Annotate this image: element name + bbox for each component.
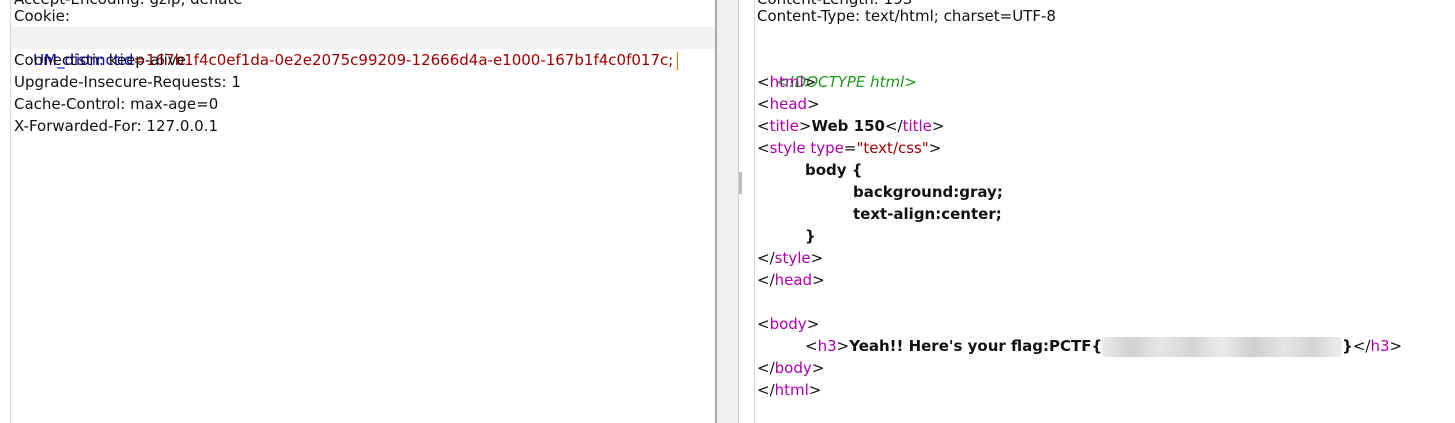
cookie-value: 167b1f4c0ef1da-0e2e2075c99209-12666d4a-e…	[145, 51, 674, 69]
response-line-body-open: <body>	[757, 315, 820, 333]
tag-h3-open: h3	[817, 337, 837, 355]
request-line-x-forwarded-for: X-Forwarded-For: 127.0.0.1	[14, 117, 218, 135]
request-line-upgrade-insecure: Upgrade-Insecure-Requests: 1	[14, 73, 241, 91]
redacted-flag-blur	[1102, 336, 1343, 357]
tag-html: html	[769, 73, 804, 91]
response-line-style-open: <style type="text/css">	[757, 139, 942, 157]
request-line-connection: Connection: keep-alive	[14, 51, 186, 69]
response-line-head-open: <head>	[757, 95, 820, 113]
response-gutter	[742, 0, 755, 423]
css-text-align-rule: text-align:center;	[853, 205, 1002, 223]
request-line-cookie: Cookie:	[14, 7, 70, 25]
response-line-title: <title>Web 150</title>	[757, 117, 945, 135]
request-gutter	[0, 0, 11, 423]
tag-head-close: head	[774, 271, 813, 289]
response-line-html-close: </html>	[757, 381, 822, 399]
tag-title-close: title	[902, 117, 932, 135]
tag-head: head	[769, 95, 808, 113]
tag-style-open: style	[769, 139, 806, 157]
tag-body-open: body	[769, 315, 807, 333]
css-body-selector: body {	[805, 161, 863, 179]
request-line-cache-control: Cache-Control: max-age=0	[14, 95, 219, 113]
flag-close-brace: }	[1342, 337, 1353, 355]
text-caret	[677, 51, 679, 70]
css-close-brace: }	[805, 227, 816, 245]
tag-html-close: html	[774, 381, 809, 399]
response-line-content-type: Content-Type: text/html; charset=UTF-8	[757, 7, 1056, 25]
response-viewer[interactable]: Content-Length: 193 Content-Type: text/h…	[742, 0, 1455, 423]
flag-text: Yeah!! Here's your flag:PCTF{	[849, 337, 1103, 355]
tag-title-open: title	[769, 117, 799, 135]
response-line-h3: <h3>Yeah!! Here's your flag:PCTF{}</h3>	[805, 336, 1403, 357]
response-line-head-close: </head>	[757, 271, 825, 289]
response-line-body-close: </body>	[757, 359, 825, 377]
tag-h3-close: h3	[1370, 337, 1390, 355]
tag-body-close: body	[774, 359, 812, 377]
request-editor[interactable]: Accept-Encoding: gzip, deflate Cookie: U…	[0, 0, 715, 423]
tag-style-close: style	[774, 249, 811, 267]
response-line-doctype: <!DOCTYPE html>	[757, 49, 917, 91]
css-background-rule: background:gray;	[853, 183, 1003, 201]
response-line-style-close: </style>	[757, 249, 824, 267]
style-attr-name: type	[810, 139, 844, 157]
style-attr-value: "text/css"	[856, 139, 929, 157]
pane-splitter[interactable]	[715, 0, 739, 423]
request-line-cookie-value[interactable]: UM_distinctid=167b1f4c0ef1da-0e2e2075c99…	[14, 27, 679, 70]
title-text: Web 150	[811, 117, 885, 135]
response-line-html-open: <html>	[757, 73, 817, 91]
